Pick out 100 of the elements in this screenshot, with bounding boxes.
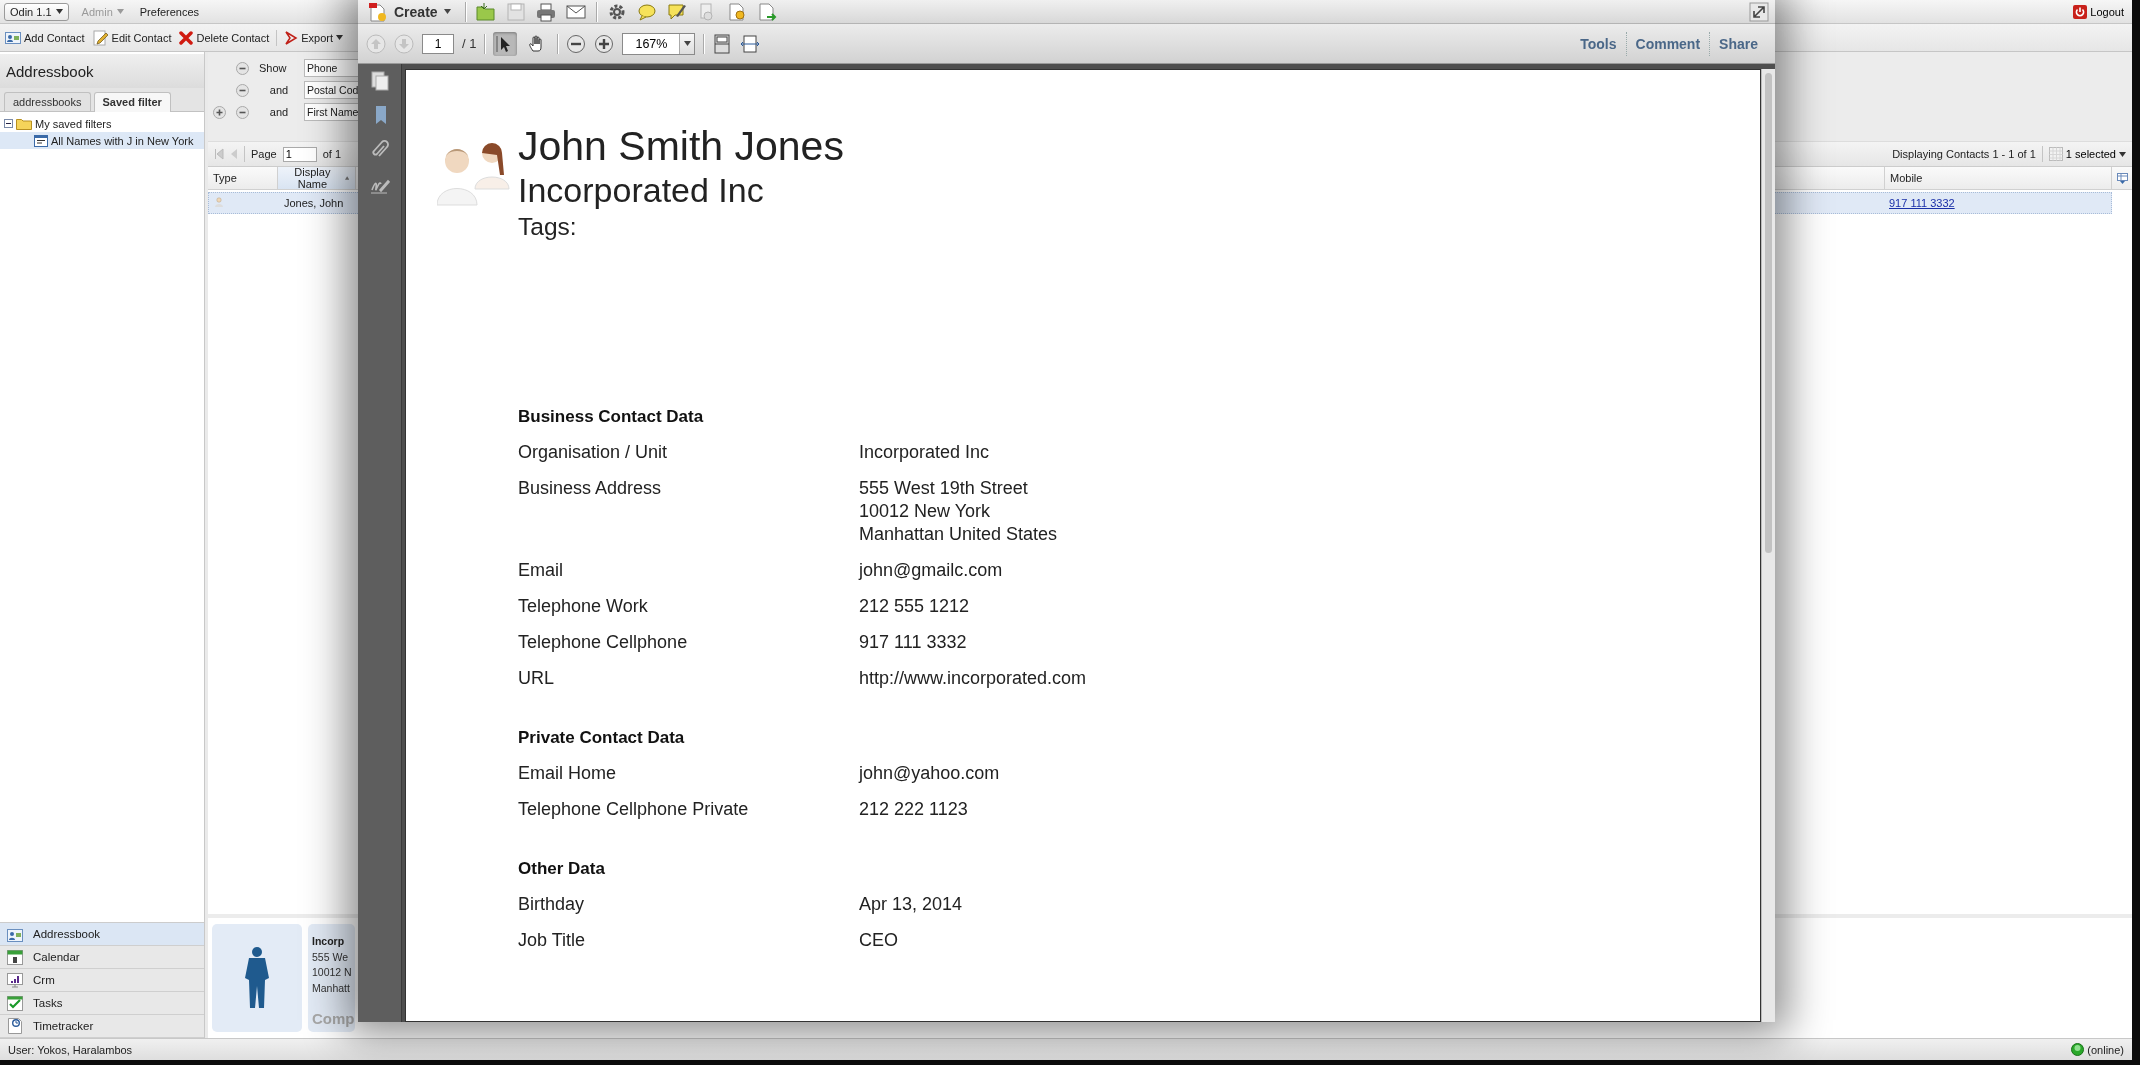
selection-button[interactable]: 1 selected: [2048, 147, 2126, 161]
toolbar-button[interactable]: Delete Contact: [178, 28, 271, 47]
toolbar-button[interactable]: Add Contact: [4, 28, 86, 47]
menu-button[interactable]: Preferences: [136, 3, 203, 20]
page-number-input[interactable]: 1: [422, 33, 454, 54]
zoom-combobox[interactable]: 167%: [622, 32, 696, 55]
column-header[interactable]: Mobile: [1885, 167, 2112, 189]
filter-operator: Show: [258, 62, 288, 74]
person-icon: [215, 197, 223, 207]
caret-icon: [683, 41, 691, 46]
field-label: Birthday: [518, 893, 586, 916]
field-value: 555 West 19th Street 10012 New York Manhattan United States: [859, 477, 1059, 546]
print-icon[interactable]: [535, 1, 556, 22]
module-item[interactable]: Addressbook: [0, 923, 204, 946]
create-button[interactable]: Create: [364, 1, 455, 22]
sort-icon: [344, 176, 349, 180]
contact-card-icon: [5, 30, 21, 45]
caret-icon: [2119, 151, 2126, 157]
fit-width-icon[interactable]: [740, 33, 761, 54]
bar-chart-icon: [7, 972, 23, 988]
contact-card-icon: [7, 926, 23, 942]
caret-icon: [336, 35, 344, 40]
person-silhouette-icon: [244, 946, 270, 1010]
company-name: Incorp: [312, 934, 345, 949]
section-heading: Other Data: [518, 858, 606, 880]
caret-icon: [55, 9, 63, 14]
field-label: Job Title: [518, 929, 587, 952]
filter-operator: and: [268, 84, 290, 96]
caret-icon: [116, 9, 124, 14]
field-value: CEO: [859, 929, 899, 952]
filter-operator: and: [268, 106, 290, 118]
field-value: Incorporated Inc: [859, 441, 991, 464]
panel-tab[interactable]: Comment: [1625, 31, 1710, 56]
document-star-icon: [368, 1, 388, 22]
field-label: Business Address: [518, 477, 663, 500]
document-export-icon[interactable]: [756, 1, 777, 22]
pencil-icon: [92, 29, 109, 46]
address-line: Manhatt: [312, 980, 350, 996]
column-header[interactable]: Display Name: [278, 167, 356, 189]
tab[interactable]: Saved filter: [93, 92, 171, 112]
add-icon[interactable]: [213, 105, 226, 119]
user-label: User: Yokos, Haralambos: [8, 1043, 133, 1056]
scrollbar[interactable]: [1761, 69, 1775, 1022]
remove-icon[interactable]: [236, 83, 249, 97]
page-input[interactable]: 1: [282, 146, 317, 162]
comment-icon[interactable]: [636, 1, 657, 22]
menu-button[interactable]: Odin 1.1: [4, 2, 69, 21]
address-line: 555 We: [312, 949, 348, 965]
folder-icon: [16, 117, 32, 130]
toolbar-button[interactable]: Edit Contact: [91, 27, 173, 48]
zoom-in-icon[interactable]: [594, 33, 615, 54]
page-total: / 1: [462, 36, 477, 51]
field-label: Telephone Cellphone: [518, 631, 689, 654]
collapse-icon[interactable]: [4, 119, 13, 128]
field-value: john@yahoo.com: [859, 762, 1001, 785]
toolbar-button[interactable]: Export: [283, 28, 345, 47]
power-icon: [2073, 4, 2088, 19]
remove-icon[interactable]: [236, 61, 249, 75]
field-value: Apr 13, 2014: [859, 893, 964, 916]
page-label: Page: [251, 148, 277, 160]
clock-document-icon: [7, 1018, 23, 1034]
field-label: Email Home: [518, 762, 618, 785]
phone-link[interactable]: 917 111 3332: [1889, 197, 1955, 209]
zoom-out-icon[interactable]: [566, 33, 587, 54]
result-count: Displaying Contacts 1 - 1 of 1: [1892, 148, 2036, 160]
tree-item[interactable]: All Names with J in New York: [0, 132, 204, 149]
address-line: 10012 N: [312, 965, 352, 980]
module-item[interactable]: Crm: [0, 969, 204, 992]
panel-tab[interactable]: Share: [1709, 31, 1767, 56]
section-heading: Business Contact Data: [518, 406, 705, 428]
highlight-note-icon[interactable]: [666, 1, 687, 22]
expand-icon[interactable]: [1749, 1, 1769, 22]
contact-name: John Smith Jones: [518, 123, 844, 170]
tags-label: Tags:: [518, 212, 578, 242]
module-item[interactable]: Tasks: [0, 992, 204, 1015]
field-value: john@gmailc.com: [859, 559, 1004, 582]
field-value: 212 555 1212: [859, 595, 971, 618]
module-item[interactable]: Calendar: [0, 946, 204, 969]
panel-tab[interactable]: Tools: [1571, 31, 1626, 56]
field-label: Organisation / Unit: [518, 441, 669, 464]
field-label: Telephone Work: [518, 595, 649, 618]
columns-menu-icon[interactable]: [2116, 172, 2128, 184]
grid-icon: [2048, 147, 2063, 161]
delete-icon: [179, 30, 194, 45]
checklist-icon: [7, 995, 23, 1011]
remove-icon[interactable]: [236, 105, 249, 119]
calendar-icon: [7, 949, 23, 965]
logout-button[interactable]: Logout: [2069, 4, 2128, 19]
tab[interactable]: addressbooks: [4, 92, 91, 111]
tree-item[interactable]: My saved filters: [0, 115, 204, 132]
fit-page-icon[interactable]: [712, 33, 733, 54]
module-item[interactable]: Timetracker: [0, 1015, 204, 1038]
field-label: Telephone Cellphone Private: [518, 798, 750, 821]
card-caption: Comp: [312, 1010, 355, 1028]
online-status-icon: [2071, 1043, 2085, 1056]
document-edit-icon[interactable]: [726, 1, 747, 22]
folder-icon[interactable]: [475, 1, 496, 22]
field-value: 212 222 1123: [859, 798, 969, 821]
export-icon: [284, 30, 299, 45]
pages-icon[interactable]: [369, 70, 390, 92]
